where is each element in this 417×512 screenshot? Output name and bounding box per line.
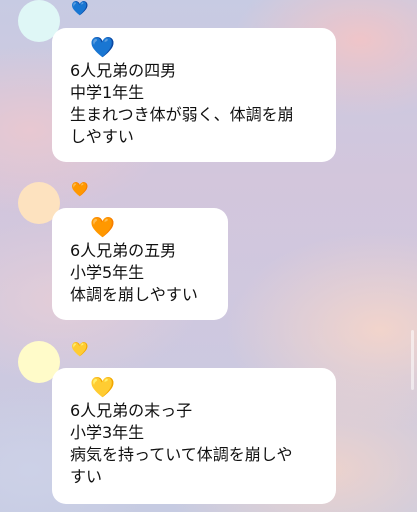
message-text-line: 体調を崩しやすい — [70, 285, 198, 304]
scrollbar[interactable] — [411, 330, 414, 390]
blue-heart-icon: 💙 — [71, 1, 89, 17]
orange-heart-icon: 🧡 — [90, 215, 115, 239]
message-text-line: すい — [70, 467, 103, 486]
message-text-line: 生まれつき体が弱く、体調を崩 — [70, 105, 294, 124]
message-text-line: 病気を持っていて体調を崩しや — [70, 445, 293, 464]
message-text-line: しやすい — [70, 127, 134, 146]
chat-area: 💙 💙 6人兄弟の四男 中学1年生 生まれつき体が弱く、体調を崩 しやすい 🧡 … — [0, 0, 417, 512]
message-text-line: 6人兄弟の末っ子 — [70, 401, 193, 420]
orange-heart-icon: 🧡 — [71, 182, 89, 198]
message-bubble[interactable]: 💙 6人兄弟の四男 中学1年生 生まれつき体が弱く、体調を崩 しやすい — [52, 28, 336, 162]
message-text-line: 6人兄弟の五男 — [70, 241, 177, 260]
blue-heart-icon: 💙 — [90, 35, 115, 59]
yellow-heart-icon: 💛 — [90, 375, 115, 399]
message-text-line: 6人兄弟の四男 — [70, 61, 177, 80]
message-text-line: 小学5年生 — [70, 263, 145, 282]
message-text-line: 小学3年生 — [70, 423, 145, 442]
message-bubble[interactable]: 🧡 6人兄弟の五男 小学5年生 体調を崩しやすい — [52, 208, 228, 320]
message-text-line: 中学1年生 — [70, 83, 145, 102]
message-bubble[interactable]: 💛 6人兄弟の末っ子 小学3年生 病気を持っていて体調を崩しや すい — [52, 368, 336, 504]
yellow-heart-icon: 💛 — [71, 342, 89, 358]
